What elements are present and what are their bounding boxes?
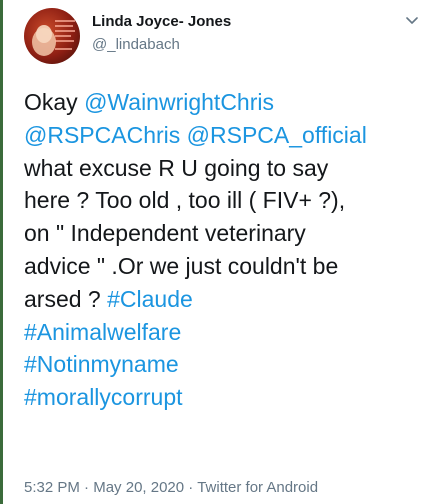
tweet-date[interactable]: May 20, 2020 bbox=[93, 479, 184, 496]
mention-link[interactable]: @RSPCAChris bbox=[24, 122, 180, 148]
hashtag-link[interactable]: #Notinmyname bbox=[24, 351, 179, 377]
avatar-image bbox=[32, 20, 75, 56]
tweet-text-segment: Okay bbox=[24, 89, 85, 115]
meta-separator-2: · bbox=[184, 479, 198, 496]
avatar[interactable] bbox=[24, 8, 80, 64]
hashtag-link[interactable]: #morallycorrupt bbox=[24, 384, 183, 410]
user-handle[interactable]: @_lindabach bbox=[92, 36, 180, 53]
mention-link[interactable]: @WainwrightChris bbox=[84, 89, 274, 115]
mention-link[interactable]: @RSPCA_official bbox=[187, 122, 367, 148]
meta-separator: · bbox=[79, 479, 94, 496]
hashtag-link[interactable]: #Claude bbox=[107, 286, 193, 312]
tweet-text: Okay @WainwrightChris @RSPCAChris @RSPCA… bbox=[24, 86, 429, 414]
tweet-card: Linda Joyce- Jones @_lindabach Okay @Wai… bbox=[24, 0, 433, 504]
user-display-name[interactable]: Linda Joyce- Jones bbox=[92, 13, 231, 30]
tweet-time[interactable]: 5:32 PM bbox=[24, 479, 80, 496]
tweet-source[interactable]: Twitter for Android bbox=[197, 479, 318, 496]
chevron-down-icon[interactable] bbox=[403, 12, 421, 30]
hashtag-link[interactable]: #Animalwelfare bbox=[24, 319, 181, 345]
left-border bbox=[0, 0, 3, 504]
tweet-meta: 5:32 PM · May 20, 2020 · Twitter for And… bbox=[24, 479, 318, 496]
